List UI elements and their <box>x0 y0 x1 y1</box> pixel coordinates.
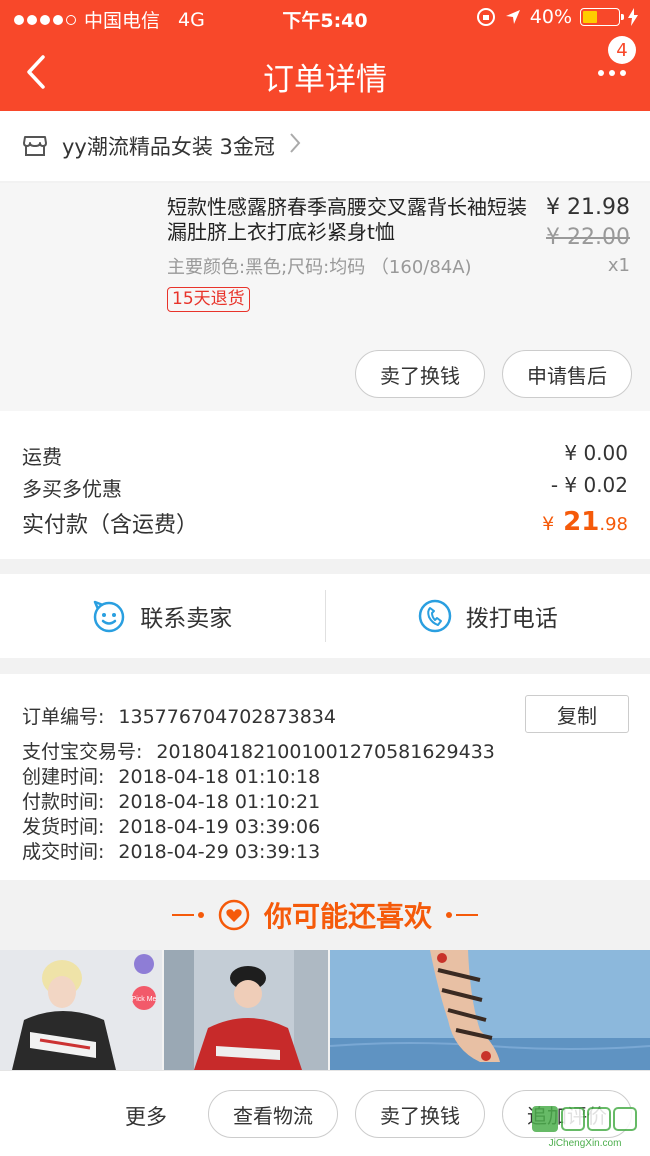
contact-seller-button[interactable]: 联系卖家 <box>0 574 325 658</box>
store-icon <box>23 136 47 156</box>
product-photo: Pick Me <box>0 950 162 1070</box>
alipay-trade-row: 支付宝交易号: 2018041821001001270581629433 <box>22 737 495 764</box>
bottom-action-bar: 更多 查看物流 卖了换钱 追加评价 JiChengXin.com <box>0 1070 650 1156</box>
shipping-row: 运费 ¥ 0.00 <box>22 441 628 470</box>
recommend-item[interactable] <box>330 950 650 1070</box>
completed-time-value: 2018-04-29 03:39:13 <box>118 841 321 863</box>
alipay-trade-value: 2018041821001001270581629433 <box>156 741 495 763</box>
battery-icon <box>580 8 624 26</box>
created-time-row: 创建时间: 2018-04-18 01:10:18 <box>22 762 320 789</box>
chat-face-icon <box>94 600 125 633</box>
paid-time-value: 2018-04-18 01:10:21 <box>118 791 321 813</box>
paid-currency: ¥ <box>542 513 555 535</box>
recommend-header: 你可能还喜欢 <box>0 880 650 950</box>
location-arrow-icon <box>505 10 520 24</box>
paid-amount: ¥ 21.98 <box>542 507 628 539</box>
order-number-label: 订单编号: <box>22 706 105 728</box>
order-number-value: 135776704702873834 <box>118 706 336 728</box>
shipping-value: ¥ 0.00 <box>564 441 628 465</box>
tile-pick-label: Pick Me <box>132 996 157 1003</box>
phone-icon <box>418 599 451 633</box>
product-photo <box>164 950 328 1070</box>
completed-time-row: 成交时间: 2018-04-29 03:39:13 <box>22 837 320 864</box>
order-number-row: 订单编号: 135776704702873834 <box>22 702 336 729</box>
paid-time-label: 付款时间: <box>22 791 105 813</box>
contact-bar: 联系卖家 拨打电话 <box>0 574 650 658</box>
product-title: 短款性感露脐春季高腰交叉露背长袖短装漏肚脐上衣打底衫紧身t恤 <box>167 195 527 244</box>
product-original-price: ¥ 22.00 <box>546 225 630 250</box>
call-phone-button[interactable]: 拨打电话 <box>326 574 650 658</box>
call-phone-label: 拨打电话 <box>465 606 558 632</box>
recommend-title: 你可能还喜欢 <box>263 900 432 933</box>
discount-value: - ¥ 0.02 <box>550 473 628 497</box>
status-right: 40% <box>476 6 638 28</box>
paid-time-row: 付款时间: 2018-04-18 01:10:21 <box>22 787 320 814</box>
view-logistics-button[interactable]: 查看物流 <box>208 1090 338 1138</box>
completed-time-label: 成交时间: <box>22 841 105 863</box>
product-photo <box>330 950 650 1070</box>
discount-row: 多买多优惠 - ¥ 0.02 <box>22 473 628 502</box>
paid-label: 实付款（含运费） <box>22 513 199 538</box>
created-time-label: 创建时间: <box>22 766 105 788</box>
product-thumbnail[interactable] <box>22 195 154 327</box>
product-spec: 主要颜色:黑色;尺码:均码 （160/84A) <box>167 257 472 278</box>
chevron-right-icon <box>289 132 301 160</box>
alipay-trade-label: 支付宝交易号: <box>22 741 143 763</box>
message-count-badge: 4 <box>608 36 636 64</box>
shipped-time-label: 发货时间: <box>22 816 105 838</box>
top-bar: 中国电信 4G 下午5:40 40% 订单详情 4 <box>0 0 650 111</box>
charging-bolt-icon <box>628 8 638 26</box>
product-price: ¥ 21.98 <box>546 195 630 220</box>
after-sale-button[interactable]: 申请售后 <box>502 350 632 398</box>
product-item[interactable]: 短款性感露脐春季高腰交叉露背长袖短装漏肚脐上衣打底衫紧身t恤 主要颜色:黑色;尺… <box>0 183 650 411</box>
resell-button[interactable]: 卖了换钱 <box>355 350 485 398</box>
shipped-time-value: 2018-04-19 03:39:06 <box>118 816 321 838</box>
recommend-item[interactable]: Pick Me <box>0 950 162 1070</box>
copy-order-number-button[interactable]: 复制 <box>525 695 629 733</box>
page-title: 订单详情 <box>263 62 387 98</box>
battery-percent: 40% <box>529 6 572 28</box>
contact-seller-label: 联系卖家 <box>140 606 233 632</box>
heart-icon <box>218 899 250 931</box>
bottom-resell-button[interactable]: 卖了换钱 <box>355 1090 485 1138</box>
status-bar: 中国电信 4G 下午5:40 40% <box>0 0 650 36</box>
orientation-lock-icon <box>476 8 495 26</box>
recommend-grid: Pick Me <box>0 950 650 1070</box>
paid-row: 实付款（含运费） ¥ 21.98 <box>22 507 628 539</box>
shop-row[interactable]: yy潮流精品女装 3金冠 <box>0 111 650 181</box>
paid-dec: .98 <box>599 514 628 535</box>
product-quantity: x1 <box>607 255 630 276</box>
discount-label: 多买多优惠 <box>22 477 122 501</box>
shipping-label: 运费 <box>22 445 62 469</box>
paid-int: 21 <box>563 507 600 537</box>
more-dots-icon <box>598 70 626 76</box>
header-deco-left <box>171 912 204 918</box>
site-watermark: JiChengXin.com <box>532 1106 637 1149</box>
fee-summary: 运费 ¥ 0.00 多买多优惠 - ¥ 0.02 实付款（含运费） ¥ 21.9… <box>0 411 650 559</box>
shipped-time-row: 发货时间: 2018-04-19 03:39:06 <box>22 812 320 839</box>
return-policy-badge: 15天退货 <box>167 287 250 312</box>
watermark-text: JiChengXin.com <box>549 1138 622 1149</box>
order-info: 订单编号: 135776704702873834 复制 支付宝交易号: 201804… <box>0 674 650 880</box>
shop-name: yy潮流精品女装 3金冠 <box>62 135 275 159</box>
more-actions-link[interactable]: 更多 <box>125 1101 167 1131</box>
header-deco-right <box>446 912 478 918</box>
created-time-value: 2018-04-18 01:10:18 <box>118 766 321 788</box>
recommend-item[interactable] <box>164 950 328 1070</box>
